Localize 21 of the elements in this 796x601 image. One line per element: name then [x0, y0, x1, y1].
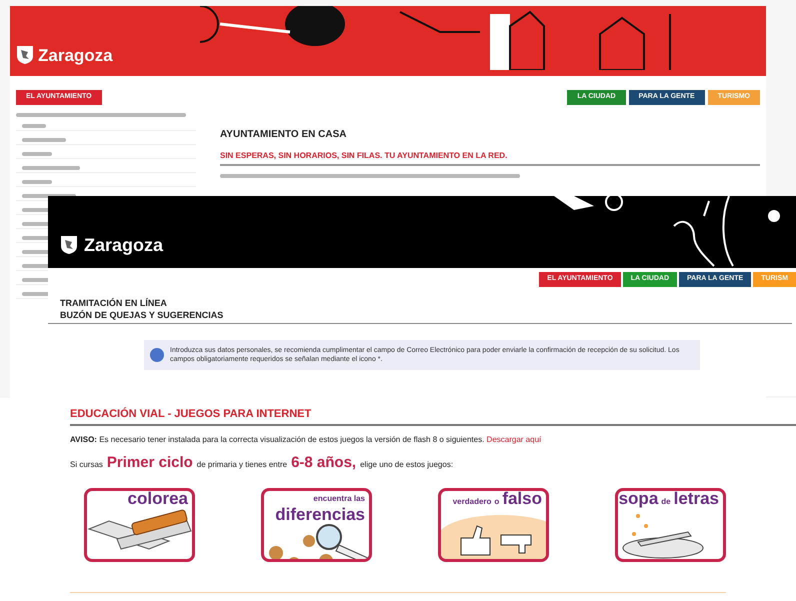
game-title: sopa de letras [618, 491, 719, 510]
section-subtitle: SIN ESPERAS, SIN HORARIOS, SIN FILAS. TU AYUNTAMIENTO EN LA RED. [220, 150, 760, 166]
shield-logo-icon [60, 235, 78, 255]
intro-text: Si cursas Primer ciclo de primaria y tienes entre 6-8 años, elige uno de estos juegos: [70, 452, 454, 472]
game-card[interactable]: colorea [84, 488, 195, 562]
logo-text: Zaragoza [84, 234, 164, 257]
page-title: TRAMITACIÓN EN LÍNEA [60, 296, 168, 308]
shield-logo-icon [16, 45, 34, 66]
page-title: AYUNTAMIENTO EN CASA [220, 128, 348, 142]
game-card[interactable]: verdadero o falso [438, 488, 549, 562]
game-card[interactable]: encuentra las diferencias [261, 488, 372, 562]
game-title: encuentra las diferencias [274, 493, 365, 523]
game-title: verdadero o falso [452, 491, 542, 510]
download-link[interactable]: Descargar aquí [486, 434, 542, 444]
logo-text: Zaragoza [38, 44, 113, 67]
section-heading: EDUCACIÓN VIAL - JUEGOS PARA INTERNET [70, 406, 796, 426]
info-icon [150, 348, 164, 362]
page-title: BUZÓN DE QUEJAS Y SUGERENCIAS [60, 308, 224, 320]
game-title: colorea [128, 491, 188, 507]
game-card[interactable]: sopa de letras [615, 488, 726, 562]
notice-text: AVISO: Es necesario tener instalada para la correcta visualización de estos juegos la versión de flash 8 o siguientes. Descargar aquí [70, 434, 542, 446]
